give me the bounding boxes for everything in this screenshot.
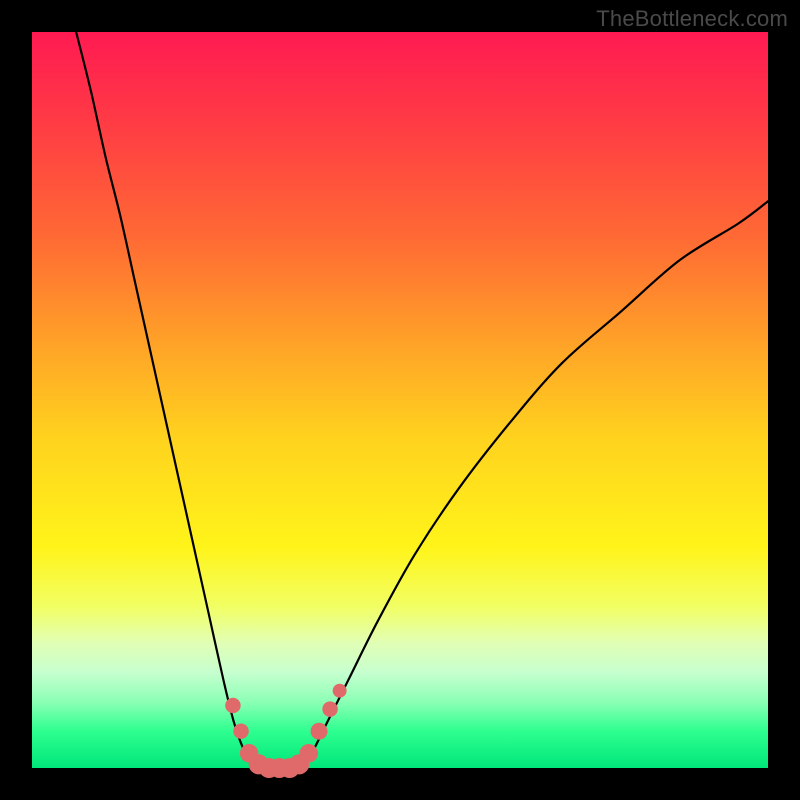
- chart-curve-layer: [32, 32, 768, 768]
- chart-marker: [322, 701, 337, 716]
- chart-marker: [225, 698, 240, 713]
- bottleneck-curve: [76, 32, 768, 769]
- chart-plot-area: [32, 32, 768, 768]
- chart-marker: [299, 744, 318, 763]
- chart-marker: [311, 723, 328, 740]
- chart-stage: TheBottleneck.com: [0, 0, 800, 800]
- chart-marker: [233, 723, 248, 738]
- chart-marker: [333, 684, 347, 698]
- chart-markers: [225, 684, 346, 778]
- attribution-text: TheBottleneck.com: [596, 6, 788, 32]
